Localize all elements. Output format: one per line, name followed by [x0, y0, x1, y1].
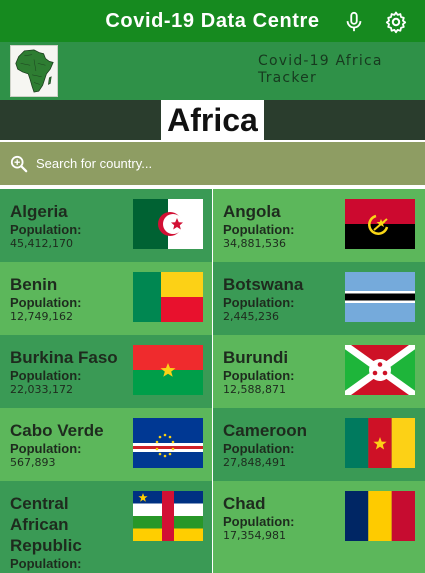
country-name: Chad: [223, 494, 266, 513]
population-value: 17,354,981: [223, 529, 286, 542]
population-value: 567,893: [10, 456, 56, 469]
population-label: Population:: [10, 222, 82, 237]
population-label: Population:: [223, 222, 295, 237]
cameroon-flag: [345, 418, 415, 468]
search-input[interactable]: Search for country...: [36, 156, 152, 171]
burundi-flag: [345, 345, 415, 395]
population-label: Population:: [223, 295, 295, 310]
population-value: 12,588,871: [223, 383, 286, 396]
country-name: Burundi: [223, 348, 289, 367]
botswana-flag: [345, 272, 415, 322]
tracker-banner: Covid-19 Africa Tracker: [0, 42, 425, 100]
country-card-chad[interactable]: Chad Population: 17,354,981: [213, 481, 425, 573]
population-value: 34,881,536: [223, 237, 286, 250]
country-grid: Algeria Population: 45,412,170 Angola Po…: [0, 189, 425, 573]
burkina-faso-flag: [133, 345, 203, 395]
angola-flag: [345, 199, 415, 249]
population-label: Population:: [10, 556, 82, 571]
country-name: Benin: [10, 275, 58, 294]
central-african-republic-flag: [133, 491, 203, 541]
app-bar: Covid-19 Data Centre: [0, 0, 425, 42]
country-card-benin[interactable]: Benin Population: 12,749,162: [0, 262, 212, 335]
region-header: Africa: [0, 100, 425, 140]
population-label: Population:: [10, 368, 82, 383]
population-label: Population:: [223, 441, 295, 456]
tracker-line-1: Covid-19 Africa: [258, 53, 383, 69]
cabo-verde-flag: [133, 418, 203, 468]
country-name: Cabo Verde: [10, 421, 104, 440]
microphone-icon[interactable]: [343, 11, 365, 33]
country-name: Algeria: [10, 202, 68, 221]
country-card-algeria[interactable]: Algeria Population: 45,412,170: [0, 189, 212, 262]
country-card-burundi[interactable]: Burundi Population: 12,588,871: [213, 335, 425, 408]
population-value: 12,749,162: [10, 310, 73, 323]
country-card-cameroon[interactable]: Cameroon Population: 27,848,491: [213, 408, 425, 481]
population-label: Population:: [10, 295, 82, 310]
country-card-angola[interactable]: Angola Population: 34,881,536: [213, 189, 425, 262]
country-card-burkina-faso[interactable]: Burkina Faso Population: 22,033,172: [0, 335, 212, 408]
chad-flag: [345, 491, 415, 541]
country-name: Angola: [223, 202, 281, 221]
country-card-central-african-republic[interactable]: Central African Republic Population:: [0, 481, 212, 573]
tracker-line-2: Tracker: [258, 70, 317, 86]
country-name: Central African Republic: [10, 494, 82, 555]
benin-flag: [133, 272, 203, 322]
country-name: Botswana: [223, 275, 304, 294]
search-bar[interactable]: Search for country...: [0, 142, 425, 185]
tracker-subtitle: Covid-19 Africa Tracker: [258, 53, 408, 87]
africa-map-icon: [10, 45, 58, 97]
country-card-botswana[interactable]: Botswana Population: 2,445,236: [213, 262, 425, 335]
population-value: 2,445,236: [223, 310, 279, 323]
population-label: Population:: [223, 514, 295, 529]
population-value: 22,033,172: [10, 383, 73, 396]
country-card-cabo-verde[interactable]: Cabo Verde Population: 567,893: [0, 408, 212, 481]
population-value: 45,412,170: [10, 237, 73, 250]
algeria-flag: [133, 199, 203, 249]
search-icon: [10, 155, 28, 173]
population-label: Population:: [223, 368, 295, 383]
population-label: Population:: [10, 441, 82, 456]
country-name: Cameroon: [223, 421, 308, 440]
region-title: Africa: [161, 100, 264, 140]
country-name: Burkina Faso: [10, 348, 118, 367]
population-value: 27,848,491: [223, 456, 286, 469]
gear-icon[interactable]: [384, 10, 408, 34]
